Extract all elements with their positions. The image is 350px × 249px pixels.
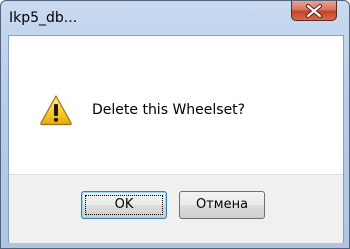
dialog-content: Delete this Wheelset? OK Отмена	[8, 35, 344, 243]
window-title: Ikp5_db...	[9, 10, 78, 26]
warning-icon	[40, 95, 72, 126]
button-bar: OK Отмена	[9, 174, 343, 243]
ok-button-label: OK	[114, 197, 134, 212]
ok-button[interactable]: OK	[81, 191, 167, 219]
message-area: Delete this Wheelset?	[9, 36, 343, 174]
dialog-window: Ikp5_db... Delete this Wheelset? OK Отме…	[0, 0, 350, 249]
cancel-button-label: Отмена	[195, 197, 249, 212]
cancel-button[interactable]: Отмена	[179, 191, 265, 219]
close-button[interactable]	[291, 1, 337, 21]
dialog-message: Delete this Wheelset?	[92, 102, 246, 118]
title-bar[interactable]: Ikp5_db...	[1, 1, 349, 35]
close-icon	[306, 4, 322, 18]
